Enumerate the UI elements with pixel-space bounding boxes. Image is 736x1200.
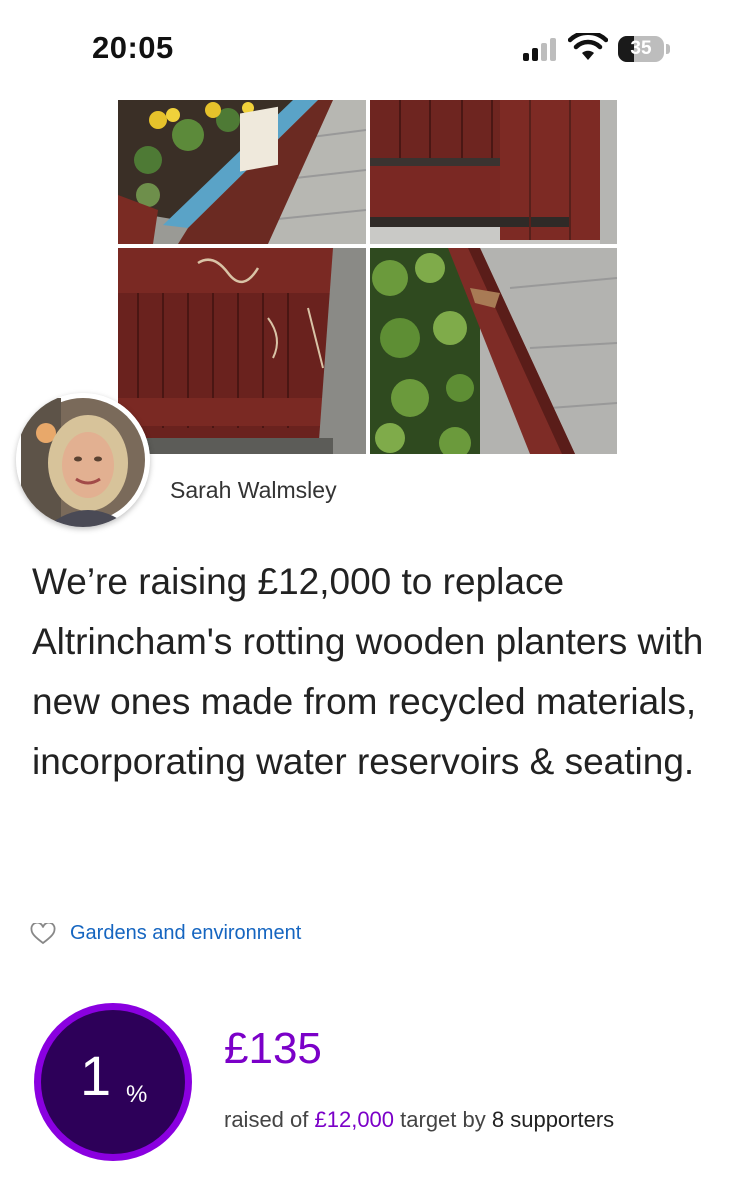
raised-amount: £135 [224, 1024, 322, 1073]
project-photo-collage[interactable] [118, 100, 617, 454]
project-headline: We’re raising £12,000 to replace Altrinc… [32, 561, 704, 782]
planter-with-daffodils-photo[interactable] [118, 100, 366, 244]
raised-prefix: raised of [224, 1107, 315, 1132]
progress-percent: 1 [80, 1044, 112, 1107]
target-suffix: target by [394, 1107, 492, 1132]
author-name[interactable]: Sarah Walmsley [170, 477, 337, 504]
progress-percent-symbol: % [126, 1081, 148, 1108]
battery-level: 35 [630, 38, 652, 59]
battery-icon: 35 [618, 36, 672, 62]
heart-outline-icon [30, 922, 56, 944]
raised-summary: raised of £12,000 target by 8 supporters [224, 1107, 614, 1133]
target-amount: £12,000 [314, 1107, 395, 1132]
cellular-signal-icon [523, 37, 561, 61]
wifi-icon [568, 33, 608, 60]
planter-side-scratched-photo[interactable] [118, 248, 366, 454]
category-label[interactable]: Gardens and environment [70, 922, 301, 945]
planter-edge-with-ivy-photo[interactable] [370, 248, 617, 454]
planter-corner-rot-photo[interactable] [370, 100, 617, 244]
progress-ring-graphic [34, 1003, 192, 1161]
category-tag[interactable]: Gardens and environment [30, 922, 301, 945]
status-bar: 20:05 35 [0, 0, 736, 100]
funding-progress-ring: 1 % [30, 999, 196, 1165]
author-avatar[interactable] [16, 393, 150, 527]
status-time: 20:05 [92, 30, 174, 65]
supporters-count: 8 supporters [491, 1107, 615, 1132]
